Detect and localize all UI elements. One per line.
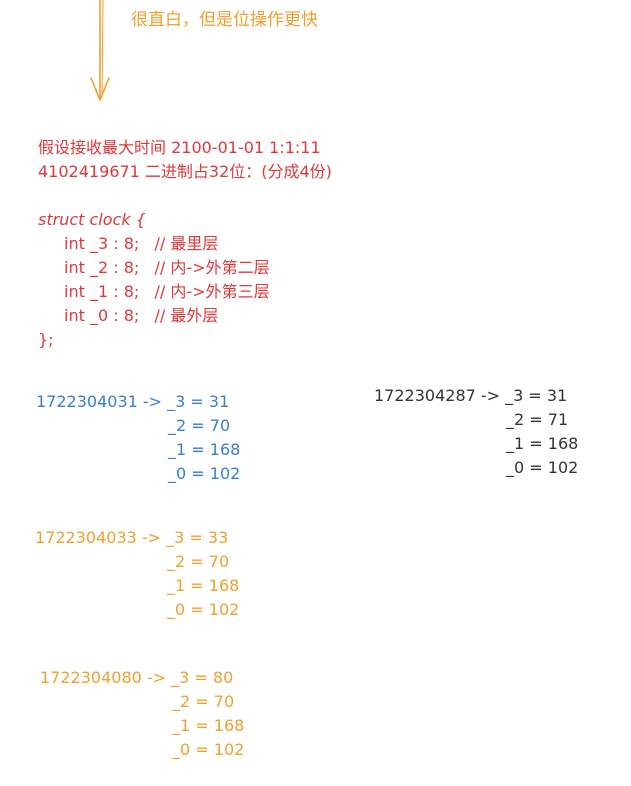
example-value: _0 = 102	[167, 600, 240, 619]
struct-field: int _1 : 8; // 内->外第三层	[64, 282, 270, 301]
header-note: 很直白，但是位操作更快	[131, 10, 318, 30]
example-value: _0 = 102	[172, 740, 245, 759]
example-value: _2 = 70	[167, 552, 230, 571]
example-head: 1722304031 -> _3 = 31	[36, 392, 230, 411]
struct-close: };	[38, 330, 54, 349]
example-value: _0 = 102	[168, 464, 241, 483]
example-head: 1722304080 -> _3 = 80	[40, 668, 234, 687]
example-value: _0 = 102	[506, 458, 579, 477]
example-value: _2 = 70	[172, 692, 235, 711]
example-head: 1722304033 -> _3 = 33	[35, 528, 229, 547]
example-value: _1 = 168	[167, 576, 240, 595]
struct-field: int _0 : 8; // 最外层	[64, 306, 219, 325]
example-value: _1 = 168	[506, 434, 579, 453]
example-value: _2 = 71	[506, 410, 569, 429]
struct-open: struct clock {	[38, 210, 146, 229]
struct-field: int _2 : 8; // 内->外第二层	[64, 258, 270, 277]
assumption-line-1: 假设接收最大时间 2100-01-01 1:1:11	[38, 138, 321, 157]
example-value: _1 = 168	[168, 440, 241, 459]
struct-field: int _3 : 8; // 最里层	[64, 234, 219, 253]
assumption-line-2: 4102419671 二进制占32位：(分成4份)	[38, 162, 332, 181]
example-value: _1 = 168	[172, 716, 245, 735]
example-head: 1722304287 -> _3 = 31	[374, 386, 568, 405]
example-value: _2 = 70	[168, 416, 231, 435]
